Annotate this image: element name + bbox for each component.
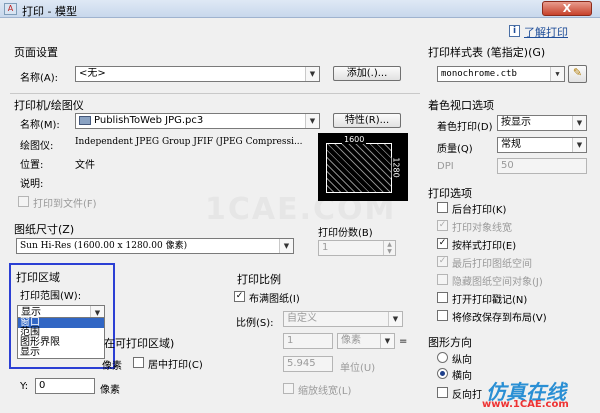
spinner-icon[interactable]: ▲ ▼ bbox=[383, 241, 395, 255]
preview-width: 1600 bbox=[342, 135, 367, 144]
location-value: 文件 bbox=[75, 160, 95, 171]
plot-options-title: 打印选项 bbox=[428, 187, 472, 200]
plot-offset-title: 在可打印区域) bbox=[104, 337, 175, 350]
plot-style-combo[interactable]: monochrome.ctb ▼ bbox=[437, 66, 565, 82]
dpi-label: DPI bbox=[437, 161, 454, 172]
info-icon[interactable]: i bbox=[509, 25, 520, 37]
chevron-down-icon: ▼ bbox=[380, 334, 394, 348]
printer-combo[interactable]: PublishToWeb JPG.pc3 ▼ bbox=[75, 113, 320, 129]
orientation-title: 图形方向 bbox=[428, 336, 472, 349]
plotter-value: Independent JPEG Group JFIF (JPEG Compre… bbox=[75, 137, 303, 147]
description-label: 说明: bbox=[20, 179, 44, 190]
edit-plot-style-button[interactable]: ✎ bbox=[568, 65, 587, 83]
page-setup-value: <无> bbox=[79, 68, 106, 79]
window-title: 打印 - 模型 bbox=[22, 5, 77, 18]
quality-combo[interactable]: 常规 ▼ bbox=[497, 137, 587, 153]
printer-properties-button[interactable]: 特性(R)... bbox=[333, 113, 401, 128]
printer-value: PublishToWeb JPG.pc3 bbox=[94, 115, 204, 126]
chevron-down-icon: ▼ bbox=[388, 312, 402, 326]
page-setup-name-label: 名称(A): bbox=[20, 73, 59, 84]
scale-unit1: 像素 bbox=[341, 335, 361, 346]
shaded-viewport-title: 着色视口选项 bbox=[428, 99, 494, 112]
pencil-icon: ✎ bbox=[572, 66, 583, 79]
location-label: 位置: bbox=[20, 160, 44, 171]
scale-unit2: 单位(U) bbox=[340, 363, 376, 374]
printer-name-label: 名称(M): bbox=[20, 120, 60, 131]
paper-preview: 1600 1280 bbox=[318, 133, 408, 201]
scale-value1-input[interactable]: 1 bbox=[283, 333, 333, 349]
paper-size-combo[interactable]: Sun Hi-Res (1600.00 x 1280.00 像素) ▼ bbox=[16, 238, 294, 254]
preview-height: 1280 bbox=[391, 157, 401, 178]
shade-plot-value: 按显示 bbox=[501, 117, 531, 128]
shade-plot-combo[interactable]: 按显示 ▼ bbox=[497, 115, 587, 131]
shade-plot-label: 着色打印(D) bbox=[437, 122, 493, 133]
highlight-box bbox=[9, 263, 115, 369]
chevron-down-icon: ▼ bbox=[572, 116, 586, 130]
plot-scale-title: 打印比例 bbox=[237, 273, 281, 286]
preview-sheet bbox=[326, 143, 392, 193]
title-bar bbox=[0, 0, 600, 18]
plot-style-value: monochrome.ctb bbox=[441, 69, 517, 79]
close-button[interactable]: X bbox=[542, 1, 592, 16]
app-icon: A bbox=[4, 3, 17, 15]
copies-label: 打印份数(B) bbox=[318, 228, 373, 239]
page-setup-combo[interactable]: <无> ▼ bbox=[75, 66, 320, 82]
scale-value2-input[interactable]: 5.945 bbox=[283, 356, 333, 372]
plotter-label: 绘图仪: bbox=[20, 141, 54, 152]
scale-label: 比例(S): bbox=[236, 318, 274, 329]
chevron-down-icon: ▼ bbox=[572, 138, 586, 152]
site-url: www.1CAE.com bbox=[482, 399, 569, 410]
page-setup-title: 页面设置 bbox=[14, 46, 58, 59]
dpi-input[interactable]: 50 bbox=[497, 158, 587, 174]
chevron-down-icon: ▼ bbox=[305, 114, 319, 128]
y-label: Y: bbox=[20, 381, 29, 392]
scale-unit-combo[interactable]: 像素 ▼ bbox=[337, 333, 395, 349]
quality-label: 质量(Q) bbox=[437, 144, 473, 155]
quality-value: 常规 bbox=[501, 139, 521, 150]
printer-icon bbox=[79, 115, 91, 125]
chevron-down-icon: ▼ bbox=[305, 67, 319, 81]
chevron-down-icon: ▼ bbox=[550, 67, 564, 81]
y-offset-input[interactable]: 0 bbox=[35, 378, 95, 394]
copies-input[interactable]: 1 ▲ ▼ bbox=[318, 240, 396, 256]
x-unit: 像素 bbox=[102, 361, 122, 372]
plot-style-title: 打印样式表 (笔指定)(G) bbox=[428, 46, 546, 59]
divider bbox=[10, 93, 420, 94]
equals-sign: = bbox=[399, 336, 408, 347]
chevron-down-icon: ▼ bbox=[279, 239, 293, 253]
paper-size-title: 图纸尺寸(Z) bbox=[14, 223, 75, 236]
y-unit: 像素 bbox=[100, 385, 120, 396]
scale-combo[interactable]: 自定义 ▼ bbox=[283, 311, 403, 327]
printer-title: 打印机/绘图仪 bbox=[14, 99, 84, 112]
add-page-setup-button[interactable]: 添加(.)... bbox=[333, 66, 401, 81]
scale-value: 自定义 bbox=[287, 313, 317, 324]
help-link[interactable]: 了解打印 bbox=[524, 24, 568, 40]
paper-size-value: Sun Hi-Res (1600.00 x 1280.00 像素) bbox=[20, 241, 188, 251]
